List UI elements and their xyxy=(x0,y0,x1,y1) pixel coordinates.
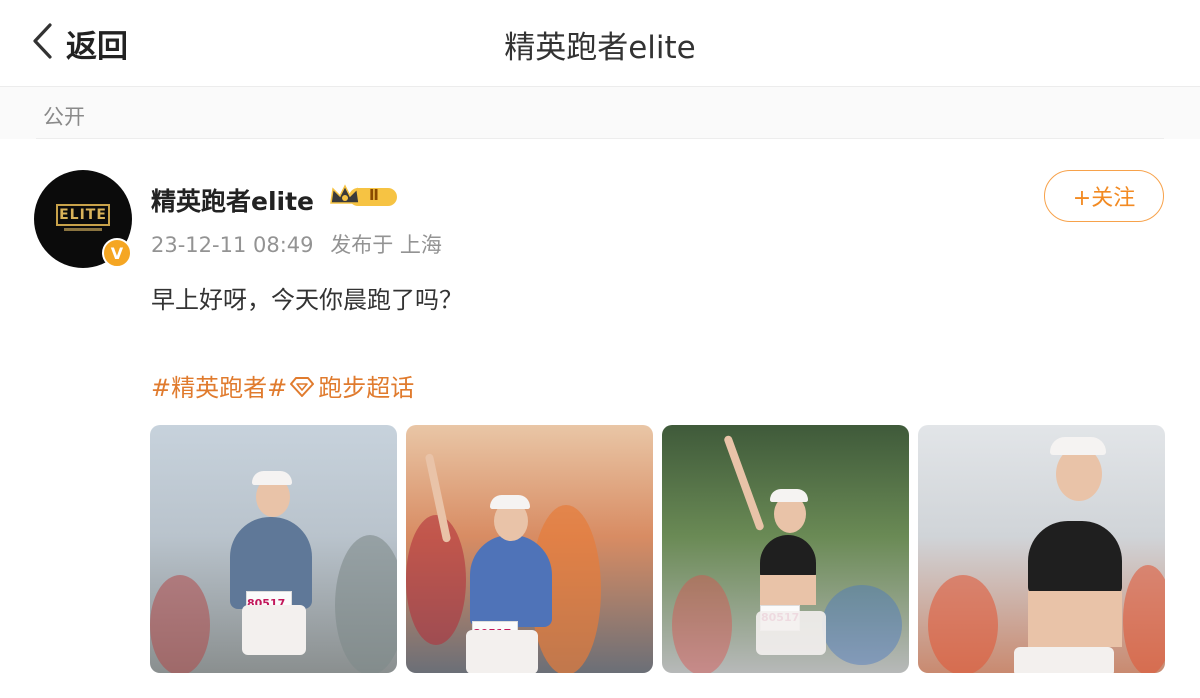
post-text: 早上好呀，今天你晨跑了吗？ xyxy=(151,286,463,314)
avatar-logo-underline xyxy=(64,228,102,231)
post-topics: #精英跑者# 跑步超话 xyxy=(151,368,414,403)
crown-icon xyxy=(330,184,397,206)
top-bar: 返回 精英跑者elite xyxy=(0,0,1200,87)
super-topic-label: 跑步超话 xyxy=(318,374,415,402)
avatar-logo: ELITE xyxy=(56,204,110,226)
photo-grid: 80517 80517 80517 xyxy=(150,425,1165,673)
post-time: 23-12-11 08:49 xyxy=(151,233,314,257)
diamond-icon xyxy=(290,376,315,397)
topic-link[interactable]: #精英跑者# xyxy=(151,368,287,403)
divider xyxy=(36,138,1164,139)
level-badge[interactable]: Ⅱ xyxy=(327,181,399,211)
super-topic-link[interactable]: 跑步超话 xyxy=(287,368,414,403)
post-photo[interactable] xyxy=(918,425,1165,673)
post-photo[interactable]: 80517 xyxy=(662,425,909,673)
verified-badge-icon: V xyxy=(102,238,132,268)
page-title: 精英跑者elite xyxy=(504,30,696,66)
level-badge-text: Ⅱ xyxy=(369,186,379,204)
follow-button[interactable]: +关注 xyxy=(1044,170,1164,222)
post-meta: 23-12-11 08:49 发布于 上海 xyxy=(151,229,442,259)
post-source: 发布于 上海 xyxy=(330,233,442,257)
visibility-section: 公开 xyxy=(0,87,1200,139)
post-photo[interactable]: 80517 xyxy=(406,425,653,673)
post-photo[interactable]: 80517 xyxy=(150,425,397,673)
author-name[interactable]: 精英跑者elite xyxy=(151,182,314,218)
visibility-label: 公开 xyxy=(43,105,85,129)
